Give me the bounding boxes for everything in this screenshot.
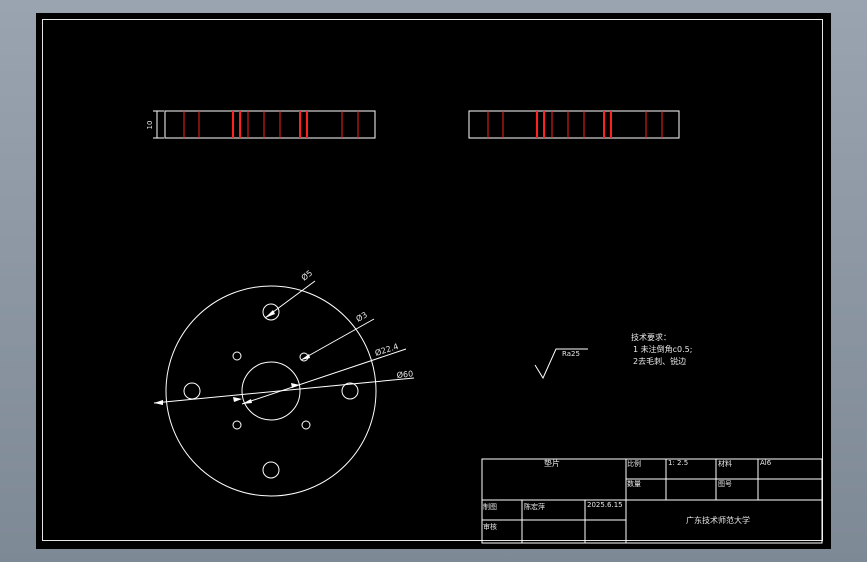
small-hole-1 xyxy=(232,351,242,361)
hole-left xyxy=(183,382,201,400)
thickness-label: 10 xyxy=(146,121,154,130)
dimension-leaders xyxy=(153,280,415,405)
drawer-name: 陈宏萍 xyxy=(524,502,545,511)
side-view-left: 10 xyxy=(146,110,376,139)
dim-hole1: Ø5 xyxy=(299,268,314,283)
drawing-canvas: 10 Ø5 Ø3 Ø22.4 Ø60 Ra25 技术要求： 1 未注倒角c0.5… xyxy=(146,110,823,544)
material-label: 材料 xyxy=(718,459,732,468)
notes-title: 技术要求： xyxy=(631,332,671,342)
hidden-lines xyxy=(183,111,359,138)
hole-right xyxy=(341,382,359,400)
material-value: Al6 xyxy=(760,459,772,467)
drawer-label: 制图 xyxy=(483,502,497,511)
technical-notes: 技术要求： 1 未注倒角c0.5; 2去毛刺、锐边 xyxy=(631,332,692,366)
center-bore xyxy=(241,361,301,421)
notes-line2: 2去毛刺、锐边 xyxy=(633,356,686,366)
drawing-sheet: 10 Ø5 Ø3 Ø22.4 Ø60 Ra25 技术要求： 1 未注倒角c0.5… xyxy=(36,13,831,549)
part-name: 垫片 xyxy=(544,458,560,468)
dim-outer: Ø60 xyxy=(396,368,413,380)
side-view-right xyxy=(468,110,680,139)
hidden-lines-2 xyxy=(487,111,663,138)
small-hole-4 xyxy=(301,420,311,430)
drawing-no-label: 图号 xyxy=(718,480,732,488)
notes-line1: 1 未注倒角c0.5; xyxy=(633,344,692,354)
scale-value: 1: 2.5 xyxy=(668,459,688,467)
reviewer-label: 审核 xyxy=(483,522,497,531)
side-view-outline xyxy=(164,110,376,139)
small-hole-3 xyxy=(232,420,242,430)
dim-hole2: Ø3 xyxy=(354,309,369,323)
thickness-dimension xyxy=(153,110,164,139)
qty-label: 数量 xyxy=(627,479,641,488)
hole-bottom xyxy=(262,461,280,479)
outer-circle xyxy=(165,285,377,497)
title-block xyxy=(481,458,823,544)
side-view-outline-2 xyxy=(468,110,680,139)
roughness-value: Ra25 xyxy=(562,350,580,358)
institution-name: 广东技术师范大学 xyxy=(686,515,750,525)
scale-label: 比例 xyxy=(627,459,641,468)
front-view xyxy=(165,285,377,497)
drawing-date: 2025.6.15 xyxy=(587,501,623,509)
